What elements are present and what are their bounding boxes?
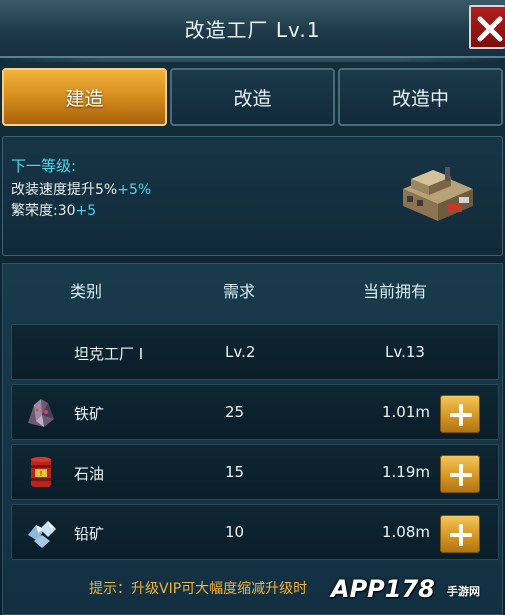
tab-bar: 建造 改造 改造中 <box>0 68 505 128</box>
row-requirement: Lv.2 <box>225 343 256 361</box>
close-icon <box>477 16 503 42</box>
row-name: 石油 <box>74 465 105 483</box>
row-owned: Lv.13 <box>385 343 425 361</box>
prosperity-line: 繁荣度:30+5 <box>11 200 96 220</box>
speed-bonus-increase: +5% <box>117 182 152 198</box>
table-row: 坦克工厂 I Lv.2 Lv.13 <box>11 324 499 380</box>
row-requirement: 10 <box>225 523 245 541</box>
add-lead-button[interactable] <box>440 515 480 553</box>
add-iron-button[interactable] <box>440 395 480 433</box>
next-level-panel: 下一等级: 改装速度提升5%+5% 繁荣度:30+5 <box>2 136 503 256</box>
lead-ore-icon <box>28 521 56 548</box>
table-row: 铁矿 25 1.01m <box>11 384 499 440</box>
tab-build[interactable]: 建造 <box>2 68 167 126</box>
row-requirement: 15 <box>225 463 245 481</box>
watermark-main: APP178 <box>331 575 435 603</box>
svg-text:!: ! <box>40 470 43 478</box>
window-title: 改造工厂 Lv.1 <box>184 18 321 42</box>
iron-ore-icon <box>28 399 54 427</box>
table-row: 铅矿 10 1.08m <box>11 504 499 560</box>
requirements-panel: 类别 需求 当前拥有 坦克工厂 I Lv.2 Lv.13 铁矿 25 1.01m <box>2 263 503 615</box>
speed-bonus-line: 改装速度提升5%+5% <box>11 179 151 199</box>
column-header-category: 类别 <box>70 282 103 301</box>
speed-bonus-text: 改装速度提升5% <box>11 182 118 198</box>
row-owned: 1.19m <box>381 463 430 481</box>
row-name: 铅矿 <box>74 525 105 543</box>
next-level-title: 下一等级: <box>11 157 77 175</box>
tab-modify[interactable]: 改造 <box>170 68 335 126</box>
prosperity-text: 繁荣度:30 <box>11 203 76 219</box>
table-row: ! 石油 15 1.19m <box>11 444 499 500</box>
oil-barrel-icon: ! <box>31 457 51 487</box>
watermark-sub: 手游网 <box>447 585 480 598</box>
row-owned: 1.08m <box>381 523 430 541</box>
close-button[interactable] <box>469 5 505 49</box>
site-watermark: APP178 手游网 <box>331 575 501 609</box>
row-name: 铁矿 <box>74 405 105 423</box>
row-owned: 1.01m <box>381 403 430 421</box>
row-requirement: 25 <box>225 403 245 421</box>
row-name: 坦克工厂 I <box>74 345 144 363</box>
prosperity-increase: +5 <box>75 203 97 219</box>
column-header-requirement: 需求 <box>223 282 256 301</box>
tab-modifying[interactable]: 改造中 <box>338 68 503 126</box>
upgrade-window: 改造工厂 Lv.1 建造 改造 改造中 下一等级: 改装速度提升5%+5% 繁荣… <box>0 0 505 615</box>
factory-building-icon <box>403 167 473 221</box>
hint-text: 提示：升级VIP可大幅度缩减升级时 <box>89 581 308 597</box>
column-header-owned: 当前拥有 <box>363 282 428 301</box>
window-header: 改造工厂 Lv.1 <box>0 0 505 62</box>
add-oil-button[interactable] <box>440 455 480 493</box>
